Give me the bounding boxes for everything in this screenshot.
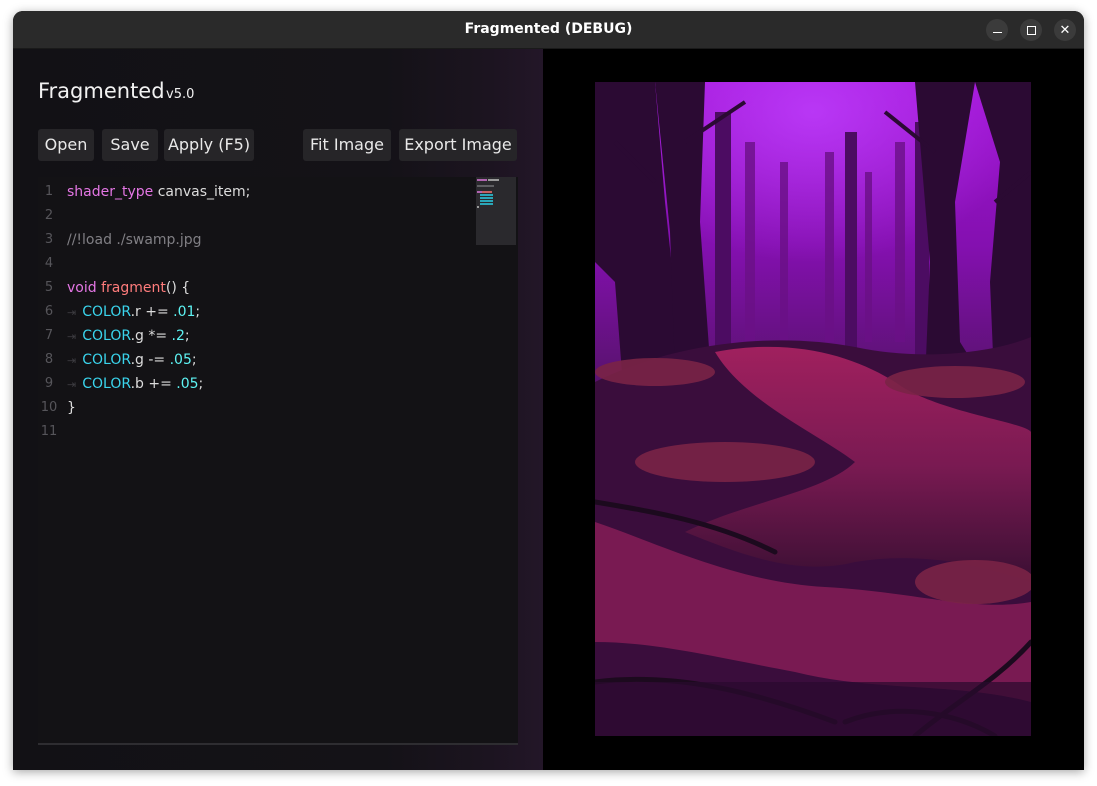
code-minimap[interactable] (476, 177, 516, 245)
minimize-icon (992, 31, 1002, 34)
tab-indent-icon: ⇥ (67, 354, 77, 367)
number-token: .05 (176, 376, 199, 392)
close-button[interactable]: ✕ (1054, 19, 1076, 41)
minimap-line (480, 197, 493, 199)
function-token: fragment (101, 280, 166, 296)
line-number: 6 (44, 304, 54, 319)
code-text: ; (184, 328, 190, 344)
code-line: 6 ⇥ COLOR.r += .01; (38, 300, 468, 324)
maximize-icon (1026, 25, 1036, 35)
number-token: .05 (169, 352, 192, 368)
code-text: .b += (130, 376, 177, 392)
minimap-line (477, 185, 494, 187)
swamp-image (595, 82, 1031, 736)
comment-token: //!load ./swamp.jpg (67, 232, 202, 248)
tab-indent-icon: ⇥ (67, 330, 77, 343)
code-line: 7 ⇥ COLOR.g *= .2; (38, 324, 468, 348)
code-line: 4 (38, 252, 468, 276)
code-line: 1 shader_type canvas_item; (38, 180, 468, 204)
code-line: 2 (38, 204, 468, 228)
minimap-line (477, 206, 479, 208)
code-line: 5 void fragment() { (38, 276, 468, 300)
code-line: 11 (38, 420, 468, 444)
code-line: 10 } (38, 396, 468, 420)
code-text: () { (165, 280, 191, 296)
identifier-token: COLOR (82, 352, 131, 368)
minimap-line (480, 200, 493, 202)
app-window: Fragmented (DEBUG) ✕ Fragmented v5.0 Ope… (13, 11, 1084, 770)
app-name: Fragmented (38, 79, 165, 103)
code-text: ; (198, 376, 204, 392)
minimap-line (488, 179, 499, 181)
tab-indent-icon: ⇥ (67, 306, 77, 319)
code-text: .r += (130, 304, 174, 320)
app-version: v5.0 (166, 87, 195, 102)
open-button[interactable]: Open (38, 129, 94, 161)
tab-indent-icon: ⇥ (67, 378, 77, 391)
minimap-line (482, 191, 492, 193)
identifier-token: COLOR (82, 376, 131, 392)
line-number: 2 (44, 208, 54, 223)
line-number: 7 (44, 328, 54, 343)
minimap-line (480, 203, 493, 205)
code-editor[interactable]: 1 shader_type canvas_item; 2 3 //!load .… (38, 177, 518, 745)
title-bar[interactable]: Fragmented (DEBUG) ✕ (13, 11, 1084, 49)
keyword-token: void (67, 280, 97, 296)
fit-image-button[interactable]: Fit Image (303, 129, 391, 161)
code-line: 9 ⇥ COLOR.b += .05; (38, 372, 468, 396)
line-number: 3 (44, 232, 54, 247)
minimap-line (480, 194, 493, 196)
window-title: Fragmented (DEBUG) (464, 21, 633, 37)
code-line: 3 //!load ./swamp.jpg (38, 228, 468, 252)
code-text: canvas_item; (153, 184, 251, 200)
close-icon: ✕ (1059, 22, 1071, 38)
code-text: .g *= (130, 328, 172, 344)
code-line: 8 ⇥ COLOR.g -= .05; (38, 348, 468, 372)
code-text: ; (191, 352, 197, 368)
line-number: 11 (40, 424, 58, 439)
line-number: 10 (40, 400, 58, 415)
number-token: .2 (171, 328, 185, 344)
keyword-token: shader_type (67, 184, 154, 200)
minimize-button[interactable] (986, 19, 1008, 41)
line-number: 8 (44, 352, 54, 367)
minimap-line (477, 179, 487, 181)
number-token: .01 (173, 304, 196, 320)
preview-panel (543, 49, 1084, 770)
editor-panel: Fragmented v5.0 Open Save Apply (F5) Fit… (13, 49, 543, 770)
code-text: ; (195, 304, 201, 320)
apply-button[interactable]: Apply (F5) (164, 129, 254, 161)
identifier-token: COLOR (82, 304, 131, 320)
line-number: 5 (44, 280, 54, 295)
line-number: 9 (44, 376, 54, 391)
identifier-token: COLOR (82, 328, 131, 344)
preview-image[interactable] (595, 82, 1031, 736)
save-button[interactable]: Save (102, 129, 158, 161)
line-number: 4 (44, 256, 54, 271)
export-image-button[interactable]: Export Image (399, 129, 517, 161)
line-number: 1 (44, 184, 54, 199)
maximize-button[interactable] (1020, 19, 1042, 41)
code-text: .g -= (130, 352, 170, 368)
code-text: } (67, 400, 76, 416)
